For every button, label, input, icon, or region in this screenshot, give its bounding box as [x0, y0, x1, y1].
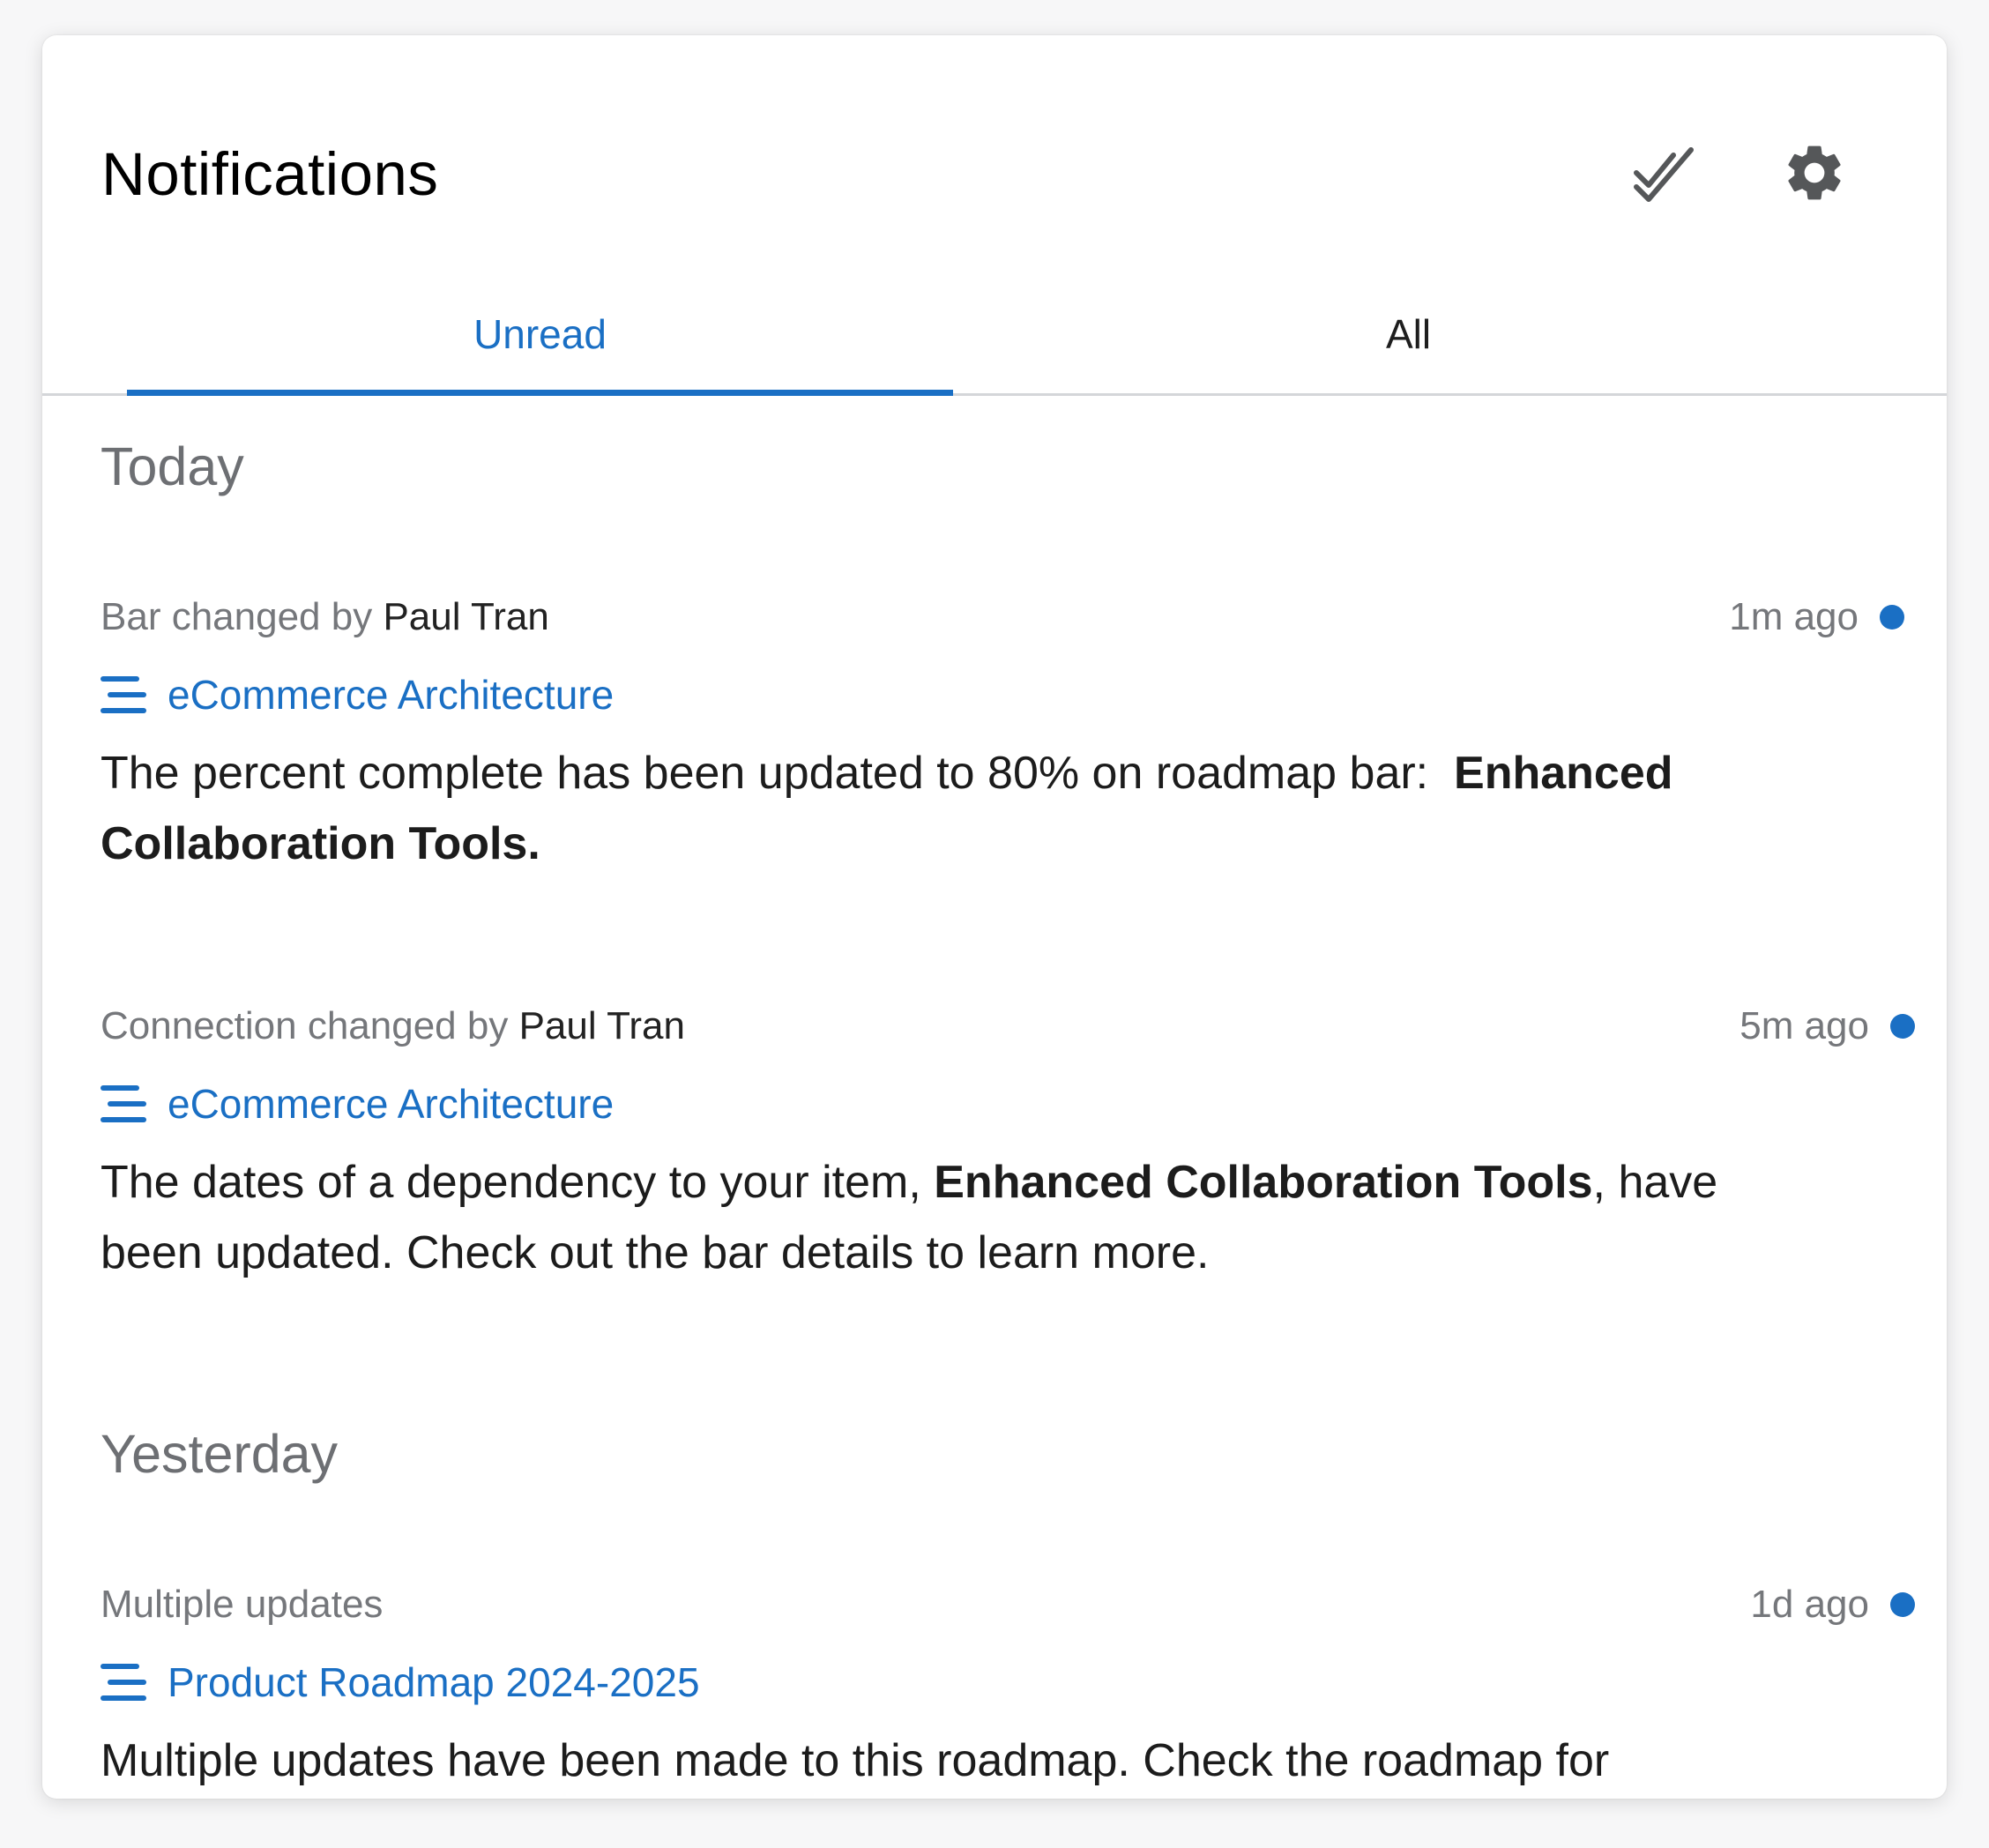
body-text-before: The dates of a dependency to your item, [101, 1157, 921, 1208]
notification-action: Multiple updates [101, 1583, 384, 1626]
unread-dot-indicator[interactable] [1880, 605, 1904, 630]
notification-meta: Bar changed by Paul Tran 1m ago [101, 586, 1904, 648]
notification-body: Multiple updates have been made to this … [101, 1725, 1829, 1796]
notification-action: Connection changed by [101, 1004, 509, 1047]
settings-button[interactable] [1772, 130, 1857, 215]
notification-time-wrap: 1m ago [1729, 586, 1904, 648]
tab-all[interactable]: All [953, 275, 1864, 393]
section-heading-today: Today [101, 436, 244, 496]
panel-header: Notifications [42, 35, 1947, 282]
tab-unread[interactable]: Unread [127, 275, 953, 396]
notification-time-wrap: 1d ago [1750, 1574, 1915, 1636]
roadmap-link[interactable]: Product Roadmap 2024-2025 [101, 1651, 1915, 1713]
double-check-icon [1634, 147, 1694, 202]
unread-dot-indicator[interactable] [1890, 1592, 1915, 1617]
body-text-bold: Enhanced Collaboration Tools [934, 1157, 1593, 1208]
panel-title: Notifications [101, 140, 439, 208]
notification-actor: Paul Tran [383, 595, 549, 638]
notification-time: 1d ago [1750, 1583, 1869, 1626]
section-heading-yesterday: Yesterday [101, 1424, 339, 1484]
notifications-panel: Notifications Unread All Today Bar chang… [42, 35, 1947, 1799]
notification-action: Bar changed by [101, 595, 373, 638]
notification-time: 1m ago [1729, 595, 1859, 638]
roadmap-link[interactable]: eCommerce Architecture [101, 664, 1904, 726]
body-text-before: The percent complete has been updated to… [101, 748, 1429, 799]
body-text-before: Multiple updates have been made to this … [101, 1735, 1610, 1786]
gear-icon [1788, 145, 1841, 200]
roadmap-lines-icon [101, 1085, 146, 1122]
notification-item[interactable]: Multiple updates 1d ago Product Roadmap … [101, 1574, 1915, 1796]
notification-actor: Paul Tran [518, 1004, 685, 1047]
roadmap-lines-icon [101, 1664, 146, 1701]
notification-body: The percent complete has been updated to… [101, 738, 1829, 879]
roadmap-name: eCommerce Architecture [168, 672, 615, 718]
roadmap-name: Product Roadmap 2024-2025 [168, 1659, 700, 1705]
notification-meta: Connection changed by Paul Tran 5m ago [101, 995, 1915, 1057]
notification-meta: Multiple updates 1d ago [101, 1574, 1915, 1636]
roadmap-lines-icon [101, 676, 146, 713]
roadmap-name: eCommerce Architecture [168, 1081, 615, 1127]
tab-bar: Unread All [42, 275, 1947, 396]
mark-all-read-button[interactable] [1622, 130, 1707, 215]
notification-item[interactable]: Bar changed by Paul Tran 1m ago eCommerc… [101, 586, 1904, 879]
notification-item[interactable]: Connection changed by Paul Tran 5m ago e… [101, 995, 1915, 1288]
unread-dot-indicator[interactable] [1890, 1014, 1915, 1039]
notification-time: 5m ago [1739, 1004, 1869, 1047]
notification-list[interactable]: Today Bar changed by Paul Tran 1m ago eC… [42, 396, 1947, 1799]
notification-time-wrap: 5m ago [1739, 995, 1915, 1057]
notification-body: The dates of a dependency to your item, … [101, 1147, 1829, 1288]
roadmap-link[interactable]: eCommerce Architecture [101, 1073, 1915, 1135]
